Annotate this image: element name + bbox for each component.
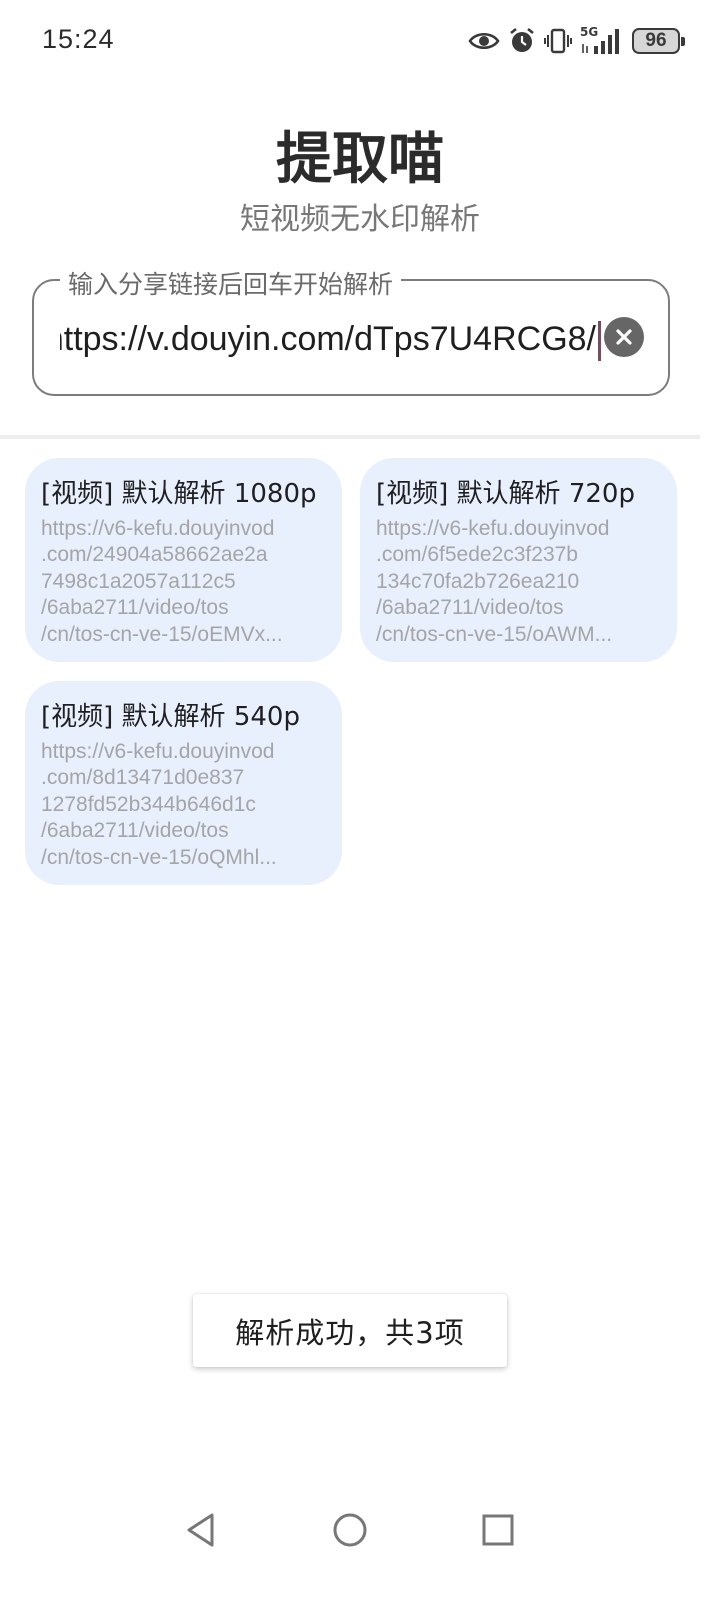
close-icon: [616, 329, 632, 345]
app-screen: 15:24 5G 96 提取喵 短视频无水印解析 输入分享链接后回车开始解析 h…: [0, 0, 720, 1610]
system-nav-bar: [0, 1500, 720, 1560]
eye-icon: [468, 30, 500, 52]
result-card[interactable]: [视频] 默认解析 1080p https://v6-kefu.douyinvo…: [25, 458, 342, 662]
recents-square-icon: [482, 1514, 514, 1546]
result-card-title: [视频] 默认解析 1080p: [41, 479, 317, 509]
app-title: 提取喵: [276, 127, 444, 192]
home-button[interactable]: [330, 1510, 370, 1550]
result-card-url: https://v6-kefu.douyinvod .com/8d13471d0…: [41, 740, 277, 869]
status-icons: 5G 96: [468, 24, 685, 58]
result-card-title: [视频] 默认解析 540p: [41, 702, 300, 732]
clear-input-button[interactable]: [604, 317, 644, 357]
share-link-value[interactable]: https://v.douyin.com/dTps7U4RCG8/: [60, 317, 596, 361]
result-card[interactable]: [视频] 默认解析 540p https://v6-kefu.douyinvod…: [25, 681, 342, 885]
result-card-title: [视频] 默认解析 720p: [376, 479, 635, 509]
toast-message: 解析成功，共3项: [193, 1294, 507, 1367]
share-link-label: 输入分享链接后回车开始解析: [60, 265, 402, 301]
recents-button[interactable]: [478, 1510, 518, 1550]
status-time: 15:24: [42, 24, 115, 54]
text-caret: [598, 321, 601, 361]
share-link-input[interactable]: 输入分享链接后回车开始解析 https://v.douyin.com/dTps7…: [32, 265, 670, 396]
home-circle-icon: [333, 1513, 367, 1547]
signal-icon: 5G: [580, 26, 624, 56]
back-triangle-icon: [187, 1513, 214, 1547]
result-card-url: https://v6-kefu.douyinvod .com/6f5ede2c3…: [376, 517, 613, 646]
vibrate-icon: [544, 27, 572, 55]
app-subtitle: 短视频无水印解析: [240, 202, 480, 237]
status-bar: 15:24 5G 96: [0, 0, 720, 84]
back-button[interactable]: [181, 1510, 221, 1550]
divider: [0, 435, 700, 439]
result-card[interactable]: [视频] 默认解析 720p https://v6-kefu.douyinvod…: [360, 458, 677, 662]
result-card-url: https://v6-kefu.douyinvod .com/24904a586…: [41, 517, 283, 646]
alarm-icon: [508, 27, 536, 55]
battery-icon: 96: [632, 28, 685, 54]
